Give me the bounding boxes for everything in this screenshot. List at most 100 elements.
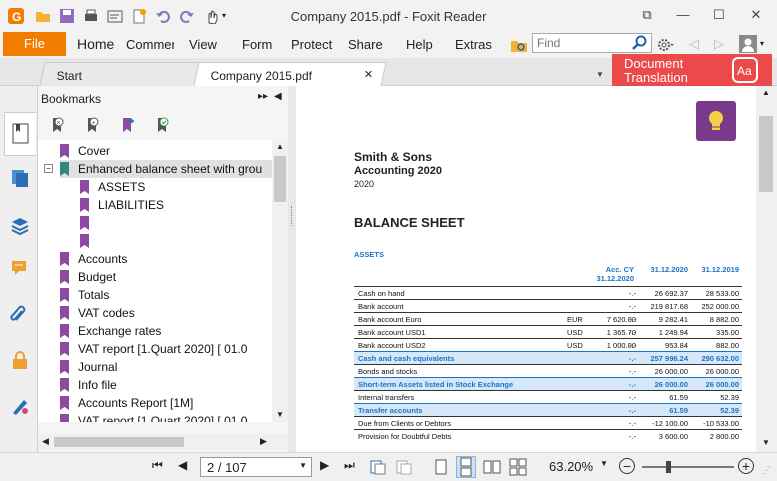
tab-share[interactable]: Share [348,37,383,52]
minimize-button[interactable]: — [670,4,696,26]
col-header-acc: Acc. CY [605,265,634,274]
table-cell-v2: 28 533.00 [705,289,739,298]
bookmark-child-item[interactable] [80,214,98,232]
bookmark-child-item[interactable] [80,232,98,250]
last-page-icon[interactable]: ⏭ [344,458,355,473]
previous-view-icon[interactable]: ◁ [689,36,699,52]
bookmarks-vertical-scrollbar[interactable]: ▲ ▼ [272,140,288,422]
tab-home[interactable]: Home [77,36,114,52]
tab-current-label: Company 2015.pdf [210,69,312,83]
lightbulb-tips-button[interactable] [696,101,736,141]
layers-panel-icon[interactable] [10,216,30,236]
bookmark-item[interactable]: Accounts Report [1M] [60,394,193,412]
delete-bookmark-icon[interactable]: × [48,116,66,137]
tab-list-dropdown-icon[interactable]: ▼ [596,70,604,79]
attachments-panel-icon[interactable] [10,304,30,324]
table-cell-v1: 61.59 [669,393,688,402]
page-number-field[interactable]: 2 / 107 ▼ [200,457,312,477]
find-field[interactable] [532,33,652,53]
security-panel-icon[interactable] [10,350,30,370]
scroll-up-icon[interactable]: ▲ [276,142,284,151]
next-view-page-icon[interactable] [395,458,413,476]
bookmark-item[interactable]: Budget [60,268,116,286]
user-dropdown-icon[interactable]: ▾ [760,39,764,48]
document-translation-button[interactable]: Document Translation Aa [612,54,772,86]
zoom-slider-thumb[interactable] [666,461,671,473]
facing-page-icon[interactable] [483,458,501,476]
page-dropdown-icon[interactable]: ▼ [299,461,307,470]
zoom-dropdown-icon[interactable]: ▼ [600,459,608,468]
tab-help[interactable]: Help [406,37,433,52]
maximize-button[interactable]: ☐ [706,4,732,26]
collapse-panel-icon[interactable]: ◀ [274,91,282,102]
close-button[interactable]: ✕ [743,4,769,26]
doc-scroll-down-icon[interactable]: ▼ [762,438,770,447]
add-bookmark-icon[interactable]: + [83,116,101,137]
doc-scroll-up-icon[interactable]: ▲ [762,88,770,97]
tab-comment[interactable]: Comment [126,37,174,52]
user-avatar-icon[interactable] [739,35,757,53]
scroll-left-icon[interactable]: ◀ [42,436,49,447]
settings-gear-icon[interactable] [656,36,674,54]
title-bar: G ▾ Company 2015.pdf - Foxit Reader ⧉ — … [0,0,777,32]
doc-scroll-thumb[interactable] [759,116,773,192]
tab-start[interactable]: Start [39,62,205,86]
search-icon[interactable] [632,35,648,54]
zoom-in-icon[interactable]: + [738,458,754,474]
bookmark-item[interactable]: Cover [60,142,110,160]
tab-current-document[interactable]: Company 2015.pdf ✕ [193,62,387,86]
tab-extras[interactable]: Extras [455,37,492,52]
close-tab-icon[interactable]: ✕ [364,68,373,81]
continuous-page-icon[interactable] [456,456,476,478]
bookmark-item[interactable]: VAT codes [60,304,135,322]
table-cell-acc: -.- [628,302,636,311]
panel-splitter[interactable] [288,86,296,452]
scroll-right-icon[interactable]: ▶ [260,436,267,447]
bookmark-check-icon[interactable] [153,116,171,137]
bookmarks-panel-tab[interactable] [4,112,36,156]
tab-form[interactable]: Form [242,37,272,52]
zoom-out-icon[interactable]: − [619,458,635,474]
bookmark-child-item[interactable]: LIABILITIES [80,196,164,214]
scroll-down-icon[interactable]: ▼ [276,410,284,419]
tab-view[interactable]: View [189,37,217,52]
bookmark-item[interactable]: Accounts [60,250,127,268]
find-folder-icon[interactable] [510,36,528,54]
bookmark-item[interactable]: Info file [60,376,117,394]
panel-options-icon[interactable]: ▸▸ [258,91,268,102]
move-bookmark-icon[interactable] [118,116,136,137]
table-cell-label: Provision for Doubtful Debts [358,432,452,441]
bookmark-child-item[interactable]: ASSETS [80,178,145,196]
table-cell-acc: -.- [628,315,636,324]
bookmark-item[interactable]: Exchange rates [60,322,161,340]
signatures-panel-icon[interactable] [10,396,30,416]
bookmark-item[interactable]: VAT report [1.Quart 2020] [ 01.0 [60,340,247,358]
table-cell-v2: 2 800.00 [709,432,739,441]
find-input[interactable] [533,34,629,52]
restore-small-icon[interactable]: ⧉ [634,4,660,26]
bookmark-flag-icon [80,180,89,194]
bookmark-flag-icon [60,396,69,410]
previous-page-icon[interactable]: ◀ [178,458,187,472]
bookmark-flag-icon [60,342,69,356]
collapse-toggle-icon[interactable]: − [44,164,53,173]
tab-protect[interactable]: Protect [291,37,332,52]
previous-view-page-icon[interactable] [369,458,387,476]
zoom-slider[interactable] [642,466,734,468]
bookmarks-hscroll-thumb[interactable] [54,437,184,447]
comments-panel-icon[interactable] [10,258,30,278]
bookmarks-horizontal-scrollbar[interactable]: ◀ ▶ [38,434,288,450]
bookmark-item[interactable]: Enhanced balance sheet with grou − [44,160,273,178]
bookmark-item[interactable]: Journal [60,358,117,376]
bookmarks-scroll-thumb[interactable] [274,156,286,202]
next-page-icon[interactable]: ▶ [320,458,329,472]
single-page-icon[interactable] [433,458,449,476]
continuous-facing-icon[interactable] [509,458,527,476]
pages-panel-icon[interactable] [10,168,30,188]
document-vertical-scrollbar[interactable]: ▲ ▼ [756,86,777,452]
bookmark-item[interactable]: Totals [60,286,109,304]
file-tab[interactable]: File [3,32,66,56]
bookmark-item[interactable]: VAT report [1.Quart 2020] [ 01.0 [60,412,247,422]
first-page-icon[interactable]: ⏮ [152,458,163,473]
next-view-icon[interactable]: ▷ [714,36,724,52]
